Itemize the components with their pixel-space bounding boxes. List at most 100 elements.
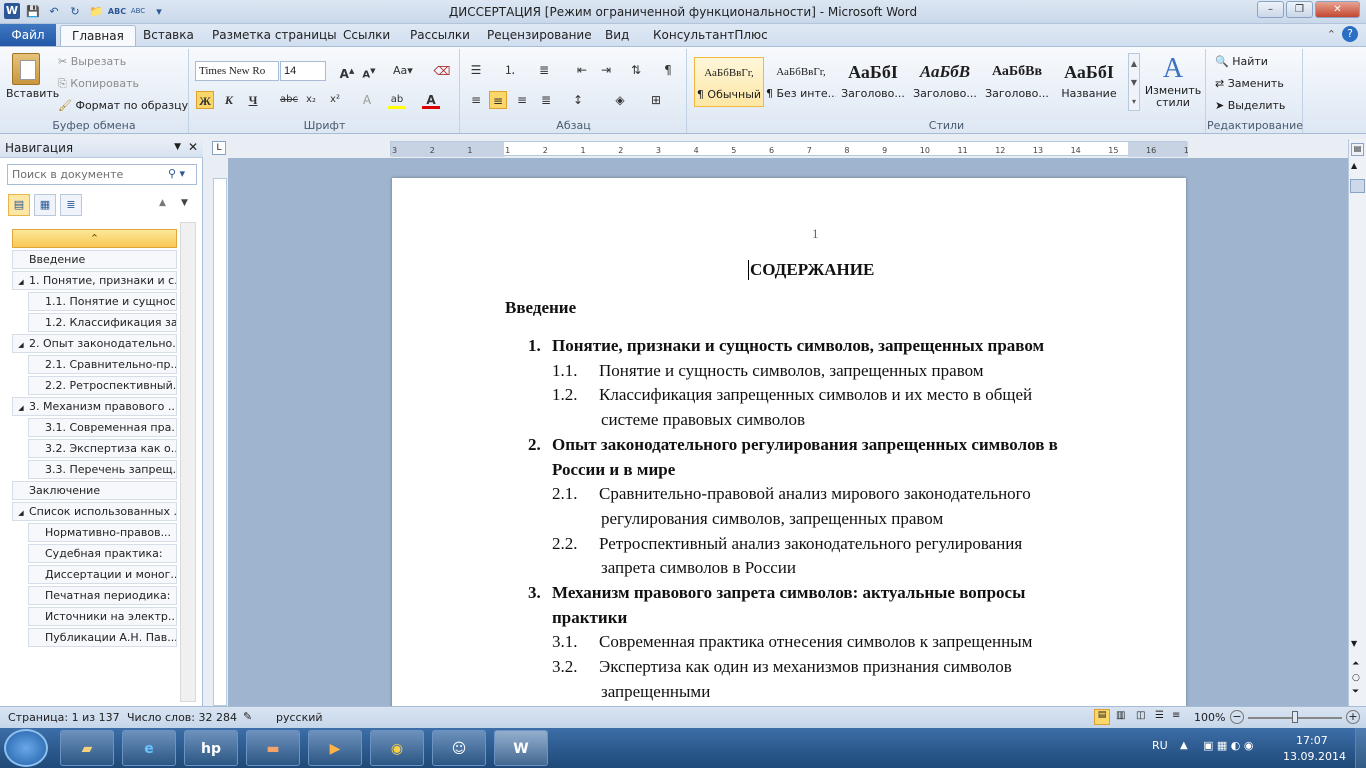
tray-icons[interactable]: ▣ ▦ ◐ ◉ (1203, 739, 1253, 752)
nav-heading-item[interactable]: 3.1. Современная пра... (28, 418, 177, 437)
zoom-out-icon[interactable]: − (1230, 710, 1244, 724)
expand-triangle-icon[interactable]: ◢ (13, 337, 29, 352)
word-count[interactable]: Число слов: 32 284 (127, 711, 237, 724)
nav-heading-item[interactable]: ◢ 3. Механизм правового ... (12, 397, 177, 416)
prev-page-icon[interactable]: ⏶ (1352, 659, 1359, 669)
taskbar-app[interactable]: ▬ (246, 730, 300, 766)
scroll-thumb[interactable] (1350, 179, 1365, 193)
nav-up-icon[interactable]: ▲ (159, 198, 166, 208)
nav-heading-item[interactable]: ◢ 1. Понятие, признаки и с... (12, 271, 177, 290)
taskbar-ie[interactable]: e (122, 730, 176, 766)
scroll-down-icon[interactable]: ▼ (1351, 639, 1357, 648)
language-status[interactable]: русский (276, 711, 323, 724)
align-right-icon[interactable]: ≡ (513, 91, 531, 109)
bold-button[interactable]: Ж (196, 91, 214, 109)
align-left-icon[interactable]: ≡ (467, 91, 485, 109)
horizontal-ruler[interactable]: 321121234567891011121314151617 (390, 141, 1194, 157)
styles-gallery-scroll[interactable]: ▲ ▼ ▾ (1128, 53, 1140, 111)
cut-button[interactable]: ✂ Вырезать (58, 55, 126, 68)
nav-heading-item[interactable]: Введение (12, 250, 177, 269)
style-normal[interactable]: АаБбВвГг, ¶ Обычный (694, 57, 764, 107)
increase-indent-icon[interactable]: ⇥ (597, 61, 615, 79)
nav-down-icon[interactable]: ▼ (181, 198, 188, 208)
nav-heading-item[interactable]: Нормативно-правов... (28, 523, 177, 542)
text-effects-icon[interactable]: A (358, 91, 376, 109)
highlight-icon[interactable]: ab (388, 91, 406, 109)
italic-button[interactable]: К (220, 91, 238, 109)
paste-button[interactable]: Вставить (6, 53, 59, 100)
select-browse-icon[interactable]: ○ (1352, 673, 1360, 683)
document-page[interactable]: 1 СОДЕРЖАНИЕ Введение 1. Понятие, признак… (392, 178, 1186, 718)
style-no-spacing[interactable]: АаБбВвГг, ¶ Без инте... (766, 57, 836, 107)
nav-heading-item[interactable]: Диссертации и моног... (28, 565, 177, 584)
taskbar-student[interactable]: ☺ (432, 730, 486, 766)
help-icon[interactable]: ? (1342, 26, 1358, 42)
maximize-button[interactable]: ❐ (1286, 1, 1313, 18)
tab-file[interactable]: Файл (0, 24, 56, 46)
print-layout-icon[interactable]: ▤ (1094, 709, 1110, 725)
tab-insert[interactable]: Вставка (143, 28, 194, 42)
show-marks-icon[interactable]: ¶ (659, 61, 677, 79)
clock-date[interactable]: 13.09.2014 (1283, 750, 1346, 763)
taskbar-media[interactable]: ▶ (308, 730, 362, 766)
tab-selector[interactable]: L (212, 141, 226, 155)
vertical-ruler[interactable] (213, 178, 227, 706)
proofing-icon[interactable]: ✎ (243, 710, 252, 723)
reading-view-icon[interactable]: ▥ (1116, 710, 1125, 721)
align-center-icon[interactable]: ≡ (489, 91, 507, 109)
nav-scrollbar[interactable] (180, 222, 196, 702)
change-styles-button[interactable]: A Изменить стили (1144, 53, 1202, 109)
bullets-icon[interactable]: ☰ (467, 61, 485, 79)
draft-view-icon[interactable]: ≡ (1172, 710, 1180, 721)
tray-arrow-icon[interactable]: ▲ (1180, 740, 1188, 751)
pane-menu-icon[interactable]: ▼ (174, 142, 181, 152)
font-name-combo[interactable]: Times New Ro (195, 61, 279, 81)
pane-close-icon[interactable]: ✕ (188, 140, 198, 154)
minimize-ribbon-icon[interactable]: ⌃ (1327, 28, 1336, 41)
numbering-icon[interactable]: ⒈ (501, 61, 519, 79)
multilevel-list-icon[interactable]: ≣ (535, 61, 553, 79)
nav-heading-item[interactable]: 1.1. Понятие и сущнос... (28, 292, 177, 311)
replace-button[interactable]: ⇄ Заменить (1215, 77, 1284, 90)
format-painter-button[interactable]: 🖌 Формат по образцу (58, 99, 188, 112)
taskbar-hp[interactable]: hp (184, 730, 238, 766)
grow-font-icon[interactable]: A▲ (338, 62, 356, 81)
find-button[interactable]: 🔍 Найти (1215, 55, 1268, 68)
tab-consultantplus[interactable]: КонсультантПлюс (653, 28, 768, 42)
expand-triangle-icon[interactable]: ◢ (13, 505, 29, 520)
nav-heading-item[interactable]: 2.1. Сравнительно-пр... (28, 355, 177, 374)
nav-heading-item[interactable]: 3.2. Экспертиза как о... (28, 439, 177, 458)
nav-heading-item[interactable]: 1.2. Классификация за... (28, 313, 177, 332)
subscript-button[interactable]: x₂ (302, 91, 320, 109)
borders-icon[interactable]: ⊞ (647, 91, 665, 109)
scroll-up-icon[interactable]: ▲ (1351, 161, 1357, 170)
vertical-scrollbar[interactable]: ▤ ▲ ▼ ⏶ ○ ⏷ (1348, 139, 1366, 706)
nav-collapse-all[interactable]: ⌃ (12, 229, 177, 248)
nav-heading-item[interactable]: Публикации А.Н. Пав... (28, 628, 177, 647)
underline-button[interactable]: Ч (244, 91, 262, 109)
next-page-icon[interactable]: ⏷ (1352, 687, 1359, 697)
clock-time[interactable]: 17:07 (1296, 734, 1328, 747)
search-icon[interactable]: ⚲ ▾ (168, 167, 185, 180)
superscript-button[interactable]: x² (326, 91, 344, 109)
keyboard-language[interactable]: RU (1152, 739, 1168, 752)
nav-heading-item[interactable]: Источники на электр... (28, 607, 177, 626)
justify-icon[interactable]: ≣ (537, 91, 555, 109)
page-count[interactable]: Страница: 1 из 137 (8, 711, 120, 724)
nav-heading-item[interactable]: Печатная периодика: (28, 586, 177, 605)
select-button[interactable]: ➤ Выделить (1215, 99, 1285, 112)
expand-triangle-icon[interactable]: ◢ (13, 400, 29, 415)
shading-icon[interactable]: ◈ (611, 91, 629, 109)
nav-heading-item[interactable]: 3.3. Перечень запрещ... (28, 460, 177, 479)
nav-heading-item[interactable]: Судебная практика: (28, 544, 177, 563)
nav-heading-item[interactable]: ◢ 2. Опыт законодательно... (12, 334, 177, 353)
headings-view-icon[interactable]: ▤ (8, 194, 30, 216)
tab-review[interactable]: Рецензирование (487, 28, 592, 42)
copy-button[interactable]: ⎘ Копировать (58, 77, 139, 91)
minimize-button[interactable]: – (1257, 1, 1284, 18)
style-heading-1[interactable]: АаБбІ Заголово... (838, 57, 908, 107)
start-button[interactable] (4, 729, 48, 767)
sort-icon[interactable]: ⇅ (627, 61, 645, 79)
zoom-level[interactable]: 100% (1194, 711, 1225, 724)
clear-formatting-icon[interactable]: ⌫ (433, 62, 451, 80)
